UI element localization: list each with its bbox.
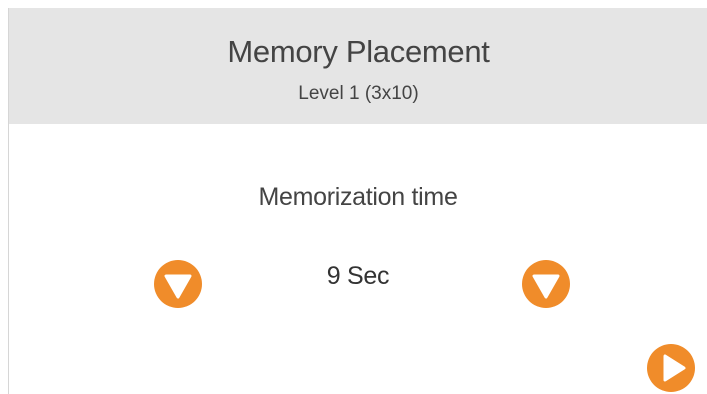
play-icon bbox=[663, 354, 686, 382]
header-bar: Memory Placement Level 1 (3x10) bbox=[9, 8, 707, 124]
triangle-down-icon bbox=[532, 274, 560, 299]
page-title: Memory Placement bbox=[227, 34, 490, 69]
app-window: Memory Placement Level 1 (3x10) Memoriza… bbox=[8, 8, 707, 394]
level-subtitle: Level 1 (3x10) bbox=[298, 83, 419, 104]
memorization-time-label: Memorization time bbox=[258, 183, 458, 211]
increase-time-button[interactable] bbox=[522, 260, 570, 308]
memorization-time-value: 9 Sec bbox=[326, 262, 390, 290]
next-button[interactable] bbox=[647, 344, 695, 392]
